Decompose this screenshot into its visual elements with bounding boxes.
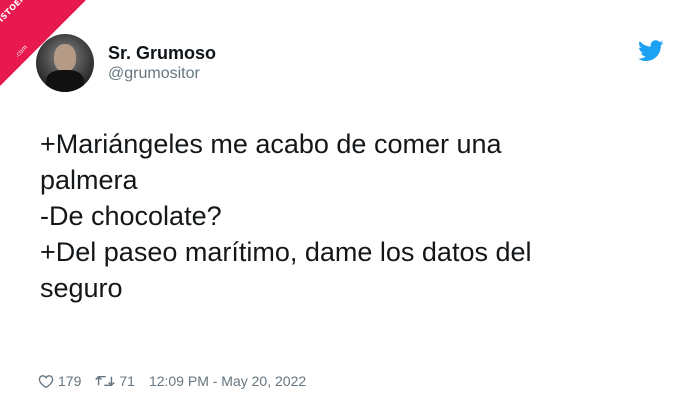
display-name[interactable]: Sr. Grumoso: [108, 42, 216, 64]
retweet-count: 71: [119, 373, 135, 389]
tweet-timestamp[interactable]: 12:09 PM - May 20, 2022: [149, 373, 306, 389]
retweet-action[interactable]: 71: [95, 373, 135, 389]
retweet-icon: [95, 375, 116, 387]
heart-icon: [38, 374, 54, 388]
user-handle[interactable]: @grumositor: [108, 64, 216, 84]
tweet-card: Sr. Grumoso @grumositor +Mariángeles me …: [36, 28, 666, 398]
tweet-header: Sr. Grumoso @grumositor: [36, 34, 216, 92]
like-action[interactable]: 179: [38, 373, 81, 389]
tweet-footer: 179 71 12:09 PM - May 20, 2022: [38, 373, 320, 389]
like-count: 179: [58, 373, 82, 389]
author-names: Sr. Grumoso @grumositor: [108, 42, 216, 84]
avatar[interactable]: [36, 34, 94, 92]
tweet-body-text: +Mariángeles me acabo de comer una palme…: [40, 129, 532, 303]
twitter-bird-icon[interactable]: [638, 40, 664, 62]
